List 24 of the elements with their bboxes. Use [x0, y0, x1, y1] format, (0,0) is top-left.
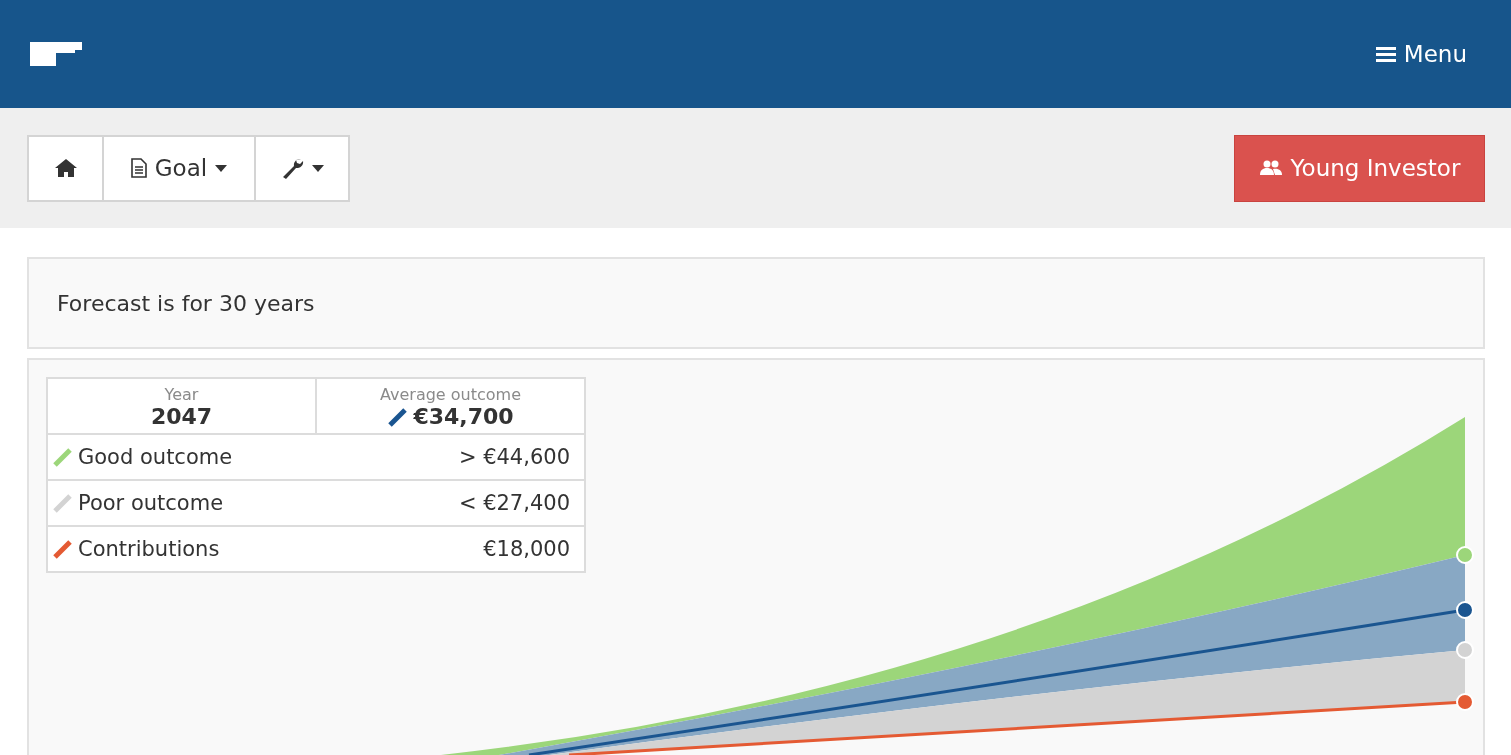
average-label: Average outcome — [379, 385, 522, 404]
legend-value: €18,000 — [483, 537, 570, 561]
year-value: 2047 — [149, 404, 214, 429]
menu-icon — [1375, 46, 1396, 62]
caret-icon — [312, 164, 324, 172]
year-label: Year — [163, 385, 200, 404]
legend-label: Contributions — [78, 537, 220, 561]
document-icon — [130, 158, 147, 178]
poor-outcome-point[interactable] — [1456, 641, 1474, 659]
legend-value: > €44,600 — [458, 445, 570, 469]
legend-value: < €27,400 — [458, 491, 570, 515]
home-icon — [54, 159, 77, 177]
menu-button[interactable]: Menu — [1375, 41, 1467, 67]
contributions-point[interactable] — [1456, 693, 1474, 711]
legend-label: Good outcome — [78, 445, 233, 469]
forecast-text: Forecast is for 30 years — [57, 290, 315, 316]
profile-button[interactable]: Young Investor — [1234, 134, 1485, 202]
logo-icon[interactable] — [30, 42, 82, 66]
caret-icon — [215, 164, 228, 172]
users-icon — [1258, 160, 1283, 176]
average-outcome-point[interactable] — [1456, 601, 1474, 619]
good-outcome-point[interactable] — [1456, 546, 1474, 564]
legend-label: Poor outcome — [78, 491, 224, 515]
average-value: €34,700 — [413, 404, 514, 429]
